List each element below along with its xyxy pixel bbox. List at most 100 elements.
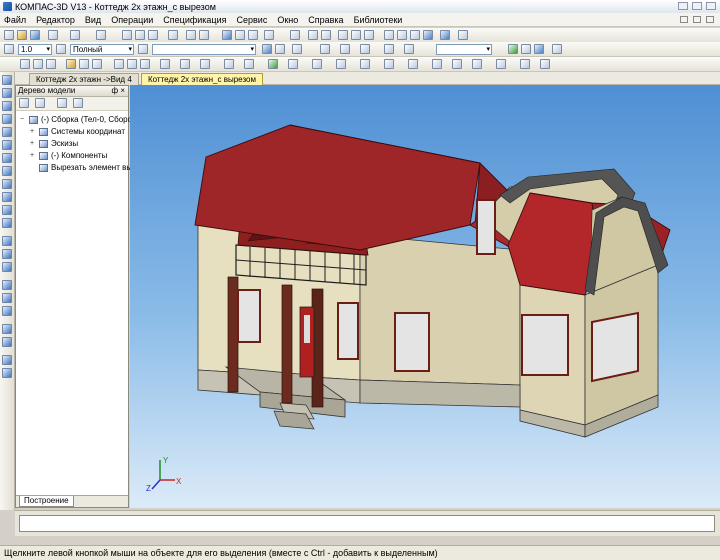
- filters-icon[interactable]: [2, 236, 12, 246]
- menu-libraries[interactable]: Библиотеки: [354, 15, 403, 25]
- pin-icon[interactable]: ф: [112, 86, 119, 95]
- print-icon[interactable]: [48, 30, 58, 40]
- attribute-icon[interactable]: [312, 59, 322, 69]
- perspective-icon[interactable]: [458, 30, 468, 40]
- pan-icon[interactable]: [338, 30, 348, 40]
- tree-view-icon[interactable]: [19, 98, 29, 108]
- base-icon[interactable]: [540, 59, 550, 69]
- zoom-icon[interactable]: [290, 30, 300, 40]
- component-icon[interactable]: [66, 59, 76, 69]
- edit-assembly-icon[interactable]: [2, 75, 12, 85]
- cable-icon[interactable]: [2, 306, 12, 316]
- tree-item-components[interactable]: + (-) Компоненты: [20, 150, 128, 162]
- menu-editor[interactable]: Редактор: [36, 15, 75, 25]
- maximize-button[interactable]: [692, 2, 702, 10]
- minimize-button[interactable]: [678, 2, 688, 10]
- ortho-icon[interactable]: [340, 44, 350, 54]
- spec-icon[interactable]: [244, 59, 254, 69]
- colors-icon[interactable]: [534, 44, 544, 54]
- assist-geometry-icon[interactable]: [2, 140, 12, 150]
- sheet-metal-icon[interactable]: [2, 293, 12, 303]
- rotate-icon[interactable]: [351, 30, 361, 40]
- tree-item-assembly[interactable]: − (-) Сборка (Тел-0, Сборочны: [20, 114, 146, 126]
- shaded-icon[interactable]: [423, 30, 433, 40]
- insert-icon[interactable]: [360, 59, 370, 69]
- close-button[interactable]: [706, 2, 716, 10]
- specification-icon[interactable]: [2, 249, 12, 259]
- new-document-icon[interactable]: [4, 30, 14, 40]
- redo-icon[interactable]: [199, 30, 209, 40]
- reports-icon[interactable]: [2, 262, 12, 272]
- property-panel[interactable]: [19, 515, 715, 532]
- tree-item-coordinate-systems[interactable]: + Системы координат: [20, 126, 128, 138]
- tab-cottage-cutout[interactable]: Коттедж 2х этажн_с вырезом: [141, 73, 263, 85]
- weld-icon[interactable]: [2, 324, 12, 334]
- extrude-icon[interactable]: [33, 59, 43, 69]
- tree-settings-icon[interactable]: [73, 98, 83, 108]
- line-style-select[interactable]: Полный: [70, 44, 134, 55]
- axis-icon[interactable]: [127, 59, 137, 69]
- calc-icon[interactable]: [552, 44, 562, 54]
- move-component-icon[interactable]: [92, 59, 102, 69]
- mirror-icon[interactable]: [180, 59, 190, 69]
- cursor-icon[interactable]: [404, 44, 414, 54]
- library-icon[interactable]: [235, 30, 245, 40]
- piping-icon[interactable]: [2, 337, 12, 347]
- plane-icon[interactable]: [140, 59, 150, 69]
- element-icon[interactable]: [2, 280, 12, 290]
- preview-icon[interactable]: [70, 30, 80, 40]
- expand-icon[interactable]: +: [30, 126, 37, 138]
- tree-item-cut-extrude[interactable]: Вырезать элемент выда: [20, 162, 141, 174]
- tree-sort-icon[interactable]: [35, 98, 45, 108]
- coords-icon[interactable]: [292, 44, 302, 54]
- menu-window[interactable]: Окно: [277, 15, 298, 25]
- macro-icon[interactable]: [336, 59, 346, 69]
- doc-minimize-button[interactable]: [680, 16, 688, 23]
- menu-service[interactable]: Сервис: [237, 15, 268, 25]
- coord-field[interactable]: [436, 44, 492, 55]
- arrays-icon[interactable]: [2, 179, 12, 189]
- collapse-icon[interactable]: −: [20, 114, 27, 126]
- shaded-edges-icon[interactable]: [440, 30, 450, 40]
- dimension-icon[interactable]: [224, 59, 234, 69]
- menu-view[interactable]: Вид: [85, 15, 101, 25]
- paste-icon[interactable]: [148, 30, 158, 40]
- point-icon[interactable]: [114, 59, 124, 69]
- menu-file[interactable]: Файл: [4, 15, 26, 25]
- table-icon[interactable]: [452, 59, 462, 69]
- thin-hidden-icon[interactable]: [410, 30, 420, 40]
- symbol-icon[interactable]: [496, 59, 506, 69]
- save-icon[interactable]: [30, 30, 40, 40]
- sketch-tools-icon[interactable]: [2, 101, 12, 111]
- tab-view-4[interactable]: Коттедж 2х этажн ->Вид 4: [29, 73, 139, 85]
- expand-icon[interactable]: +: [30, 138, 37, 150]
- filter-icon[interactable]: [384, 59, 394, 69]
- scale-select[interactable]: 1.0: [18, 44, 52, 55]
- geometry-icon[interactable]: [2, 114, 12, 124]
- expand-icon[interactable]: +: [30, 150, 37, 162]
- curves-icon[interactable]: [2, 127, 12, 137]
- report-icon[interactable]: [268, 59, 278, 69]
- format-icon[interactable]: [168, 30, 178, 40]
- doc-close-button[interactable]: [706, 16, 714, 23]
- render-icon[interactable]: [2, 368, 12, 378]
- display-icon[interactable]: [508, 44, 518, 54]
- cut-icon[interactable]: [122, 30, 132, 40]
- doc-restore-button[interactable]: [693, 16, 701, 23]
- check-icon[interactable]: [288, 59, 298, 69]
- mate-icon[interactable]: [79, 59, 89, 69]
- zoom-fit-icon[interactable]: [321, 30, 331, 40]
- roughness-icon[interactable]: [520, 59, 530, 69]
- help-pointer-icon[interactable]: [264, 30, 274, 40]
- analysis-icon[interactable]: [2, 355, 12, 365]
- menu-specification[interactable]: Спецификация: [163, 15, 226, 25]
- spatial-curves-icon[interactable]: [2, 153, 12, 163]
- color-icon[interactable]: [138, 44, 148, 54]
- undo-icon[interactable]: [186, 30, 196, 40]
- copy-icon[interactable]: [135, 30, 145, 40]
- orient-icon[interactable]: [364, 30, 374, 40]
- surfaces-icon[interactable]: [2, 166, 12, 176]
- text-style-select[interactable]: [152, 44, 256, 55]
- zoom-window-icon[interactable]: [308, 30, 318, 40]
- open-folder-icon[interactable]: [17, 30, 27, 40]
